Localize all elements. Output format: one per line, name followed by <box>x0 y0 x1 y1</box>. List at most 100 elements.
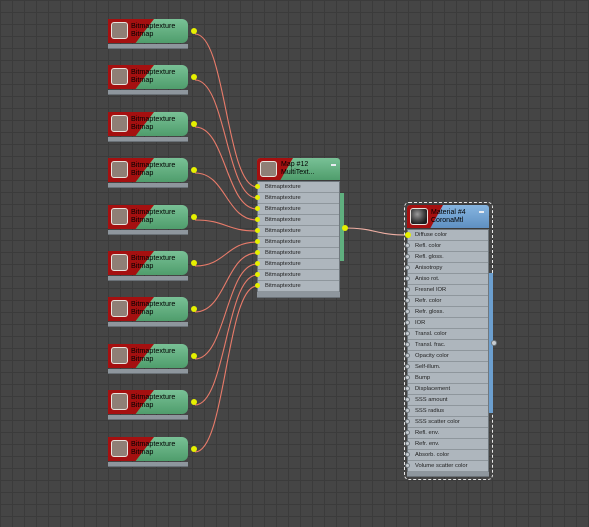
input-slot[interactable]: Bitmaptexture <box>258 215 339 226</box>
input-port[interactable] <box>405 276 410 281</box>
input-port[interactable] <box>405 232 411 238</box>
output-port[interactable] <box>342 225 348 231</box>
input-port[interactable] <box>405 452 410 457</box>
input-port[interactable] <box>405 243 410 248</box>
input-slot[interactable]: Refr. gloss. <box>408 307 488 318</box>
node-collapse-bar[interactable] <box>108 322 188 327</box>
input-port[interactable] <box>405 364 410 369</box>
input-port[interactable] <box>255 228 260 233</box>
input-port[interactable] <box>255 206 260 211</box>
input-port[interactable] <box>255 239 260 244</box>
output-port[interactable] <box>191 74 197 80</box>
input-port[interactable] <box>405 298 410 303</box>
input-port[interactable] <box>255 283 260 288</box>
output-port[interactable] <box>191 167 197 173</box>
output-port[interactable] <box>191 353 197 359</box>
node-collapse-bar[interactable] <box>108 462 188 467</box>
node-collapse-bar[interactable] <box>108 369 188 374</box>
output-port[interactable] <box>191 399 197 405</box>
input-port[interactable] <box>405 320 410 325</box>
node-collapse-bar[interactable] <box>407 472 489 477</box>
bitmap-node-1[interactable]: Bitmaptexture Bitmap <box>108 19 197 49</box>
input-slot[interactable]: Refr. color <box>408 296 488 307</box>
input-slot[interactable]: Bitmaptexture <box>258 226 339 237</box>
bitmap-node-9[interactable]: Bitmaptexture Bitmap <box>108 390 197 420</box>
material-node[interactable]: Material #4 CoronaMtl Diffuse color Refl… <box>405 205 497 477</box>
node-collapse-bar[interactable] <box>108 183 188 188</box>
output-port[interactable] <box>191 214 197 220</box>
input-port[interactable] <box>405 342 410 347</box>
bitmap-node-10[interactable]: Bitmaptexture Bitmap <box>108 437 197 467</box>
input-port[interactable] <box>405 419 410 424</box>
input-slot[interactable]: Bitmaptexture <box>258 204 339 215</box>
input-slot[interactable]: Bitmaptexture <box>258 182 339 193</box>
input-slot[interactable]: Bitmaptexture <box>258 281 339 292</box>
input-slot[interactable]: Transl. frac. <box>408 340 488 351</box>
collapse-icon[interactable] <box>479 211 484 213</box>
input-port[interactable] <box>405 430 410 435</box>
input-port[interactable] <box>405 408 410 413</box>
input-port[interactable] <box>405 441 410 446</box>
input-slot[interactable]: Diffuse color <box>408 230 488 241</box>
input-slot[interactable]: Refl. color <box>408 241 488 252</box>
node-collapse-bar[interactable] <box>108 137 188 142</box>
input-port[interactable] <box>405 331 410 336</box>
input-slot[interactable]: Bitmaptexture <box>258 259 339 270</box>
node-collapse-bar[interactable] <box>108 90 188 95</box>
input-port[interactable] <box>405 353 410 358</box>
input-slot[interactable]: IOR <box>408 318 488 329</box>
input-port[interactable] <box>405 463 410 468</box>
input-port[interactable] <box>405 397 410 402</box>
input-port[interactable] <box>255 217 260 222</box>
bitmap-node-2[interactable]: Bitmaptexture Bitmap <box>108 65 197 95</box>
input-port[interactable] <box>405 265 410 270</box>
input-slot[interactable]: Bitmaptexture <box>258 248 339 259</box>
input-slot[interactable]: Bump <box>408 373 488 384</box>
output-port[interactable] <box>191 306 197 312</box>
input-slot[interactable]: Anisotropy <box>408 263 488 274</box>
collapse-icon[interactable] <box>331 164 336 166</box>
node-editor-canvas[interactable]: Bitmaptexture Bitmap Bitmaptexture Bitma… <box>0 0 589 527</box>
input-port[interactable] <box>255 272 260 277</box>
input-port[interactable] <box>405 386 410 391</box>
node-collapse-bar[interactable] <box>257 292 340 298</box>
bitmap-node-7[interactable]: Bitmaptexture Bitmap <box>108 297 197 327</box>
node-collapse-bar[interactable] <box>108 44 188 49</box>
input-slot[interactable]: SSS scatter color <box>408 417 488 428</box>
output-port[interactable] <box>191 446 197 452</box>
node-collapse-bar[interactable] <box>108 415 188 420</box>
output-port[interactable] <box>191 260 197 266</box>
input-slot[interactable]: Absorb. color <box>408 450 488 461</box>
input-port[interactable] <box>405 287 410 292</box>
bitmap-node-8[interactable]: Bitmaptexture Bitmap <box>108 344 197 374</box>
input-port[interactable] <box>405 309 410 314</box>
input-port[interactable] <box>405 254 410 259</box>
node-collapse-bar[interactable] <box>108 230 188 235</box>
input-port[interactable] <box>255 250 260 255</box>
input-slot[interactable]: Refl. env. <box>408 428 488 439</box>
bitmap-node-5[interactable]: Bitmaptexture Bitmap <box>108 205 197 235</box>
input-slot[interactable]: Fresnel IOR <box>408 285 488 296</box>
input-slot[interactable]: Bitmaptexture <box>258 270 339 281</box>
multitexture-node[interactable]: Map #12 MultiText... Bitmaptexture Bitma… <box>255 158 348 298</box>
input-slot[interactable]: Refr. env. <box>408 439 488 450</box>
output-port[interactable] <box>191 121 197 127</box>
bitmap-node-3[interactable]: Bitmaptexture Bitmap <box>108 112 197 142</box>
node-collapse-bar[interactable] <box>108 276 188 281</box>
input-slot[interactable]: Displacement <box>408 384 488 395</box>
output-port[interactable] <box>191 28 197 34</box>
input-port[interactable] <box>255 184 260 189</box>
bitmap-node-6[interactable]: Bitmaptexture Bitmap <box>108 251 197 281</box>
input-port[interactable] <box>405 375 410 380</box>
input-slot[interactable]: Transl. color <box>408 329 488 340</box>
input-slot[interactable]: Volume scatter color <box>408 461 488 472</box>
bitmap-node-4[interactable]: Bitmaptexture Bitmap <box>108 158 197 188</box>
input-slot[interactable]: SSS amount <box>408 395 488 406</box>
input-slot[interactable]: Bitmaptexture <box>258 193 339 204</box>
input-slot[interactable]: Opacity color <box>408 351 488 362</box>
input-slot[interactable]: SSS radius <box>408 406 488 417</box>
input-slot[interactable]: Self-illum. <box>408 362 488 373</box>
input-slot[interactable]: Aniso rot. <box>408 274 488 285</box>
output-port[interactable] <box>491 340 497 346</box>
input-slot[interactable]: Bitmaptexture <box>258 237 339 248</box>
